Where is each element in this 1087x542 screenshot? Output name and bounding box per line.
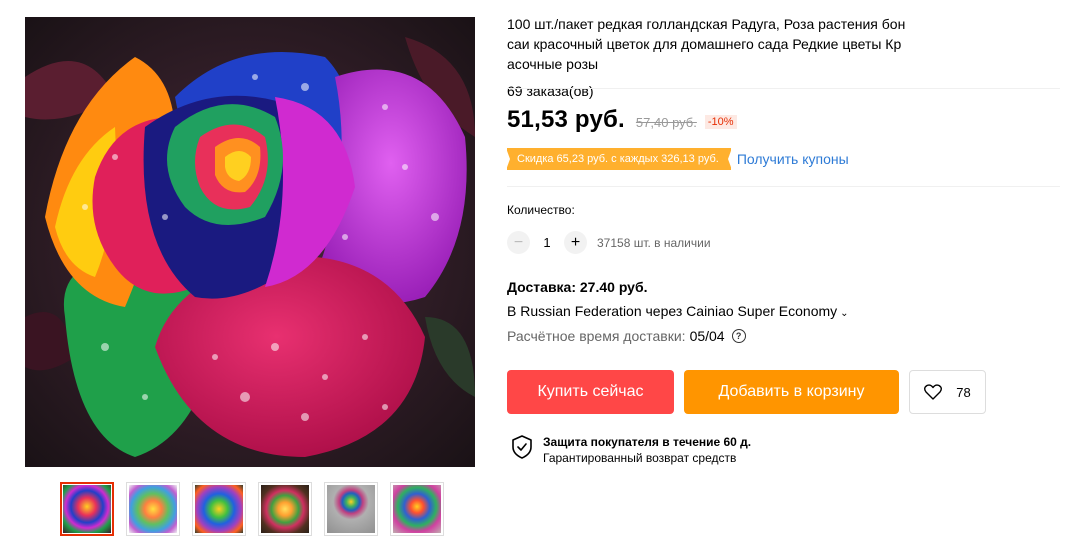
quantity-increase-button[interactable]: + <box>564 231 587 254</box>
wishlist-button[interactable]: 78 <box>909 370 986 414</box>
coupon-row: Скидка 65,23 руб. с каждых 326,13 руб. П… <box>506 148 849 170</box>
stock-count: 37158 шт. в наличии <box>597 235 711 250</box>
price-row: 51,53 руб. 57,40 руб. -10% <box>507 106 737 134</box>
product-title: 100 шт./пакет редкая голландская Радуга,… <box>507 16 906 72</box>
add-to-cart-button[interactable]: Добавить в корзину <box>684 370 899 414</box>
quantity-label: Количество: <box>507 203 575 217</box>
get-coupons-link[interactable]: Получить купоны <box>737 151 849 167</box>
rainbow-rose-thumb-image <box>327 485 375 533</box>
delivery-time-label: Расчётное время доставки: <box>507 328 686 344</box>
quantity-stepper: − 1 + 37158 шт. в наличии <box>507 231 711 254</box>
shipping-cost: Доставка: 27.40 руб. <box>507 279 648 295</box>
thumbnail-3[interactable] <box>192 482 246 536</box>
current-price: 51,53 руб. <box>507 106 625 133</box>
quantity-decrease-button[interactable]: − <box>507 231 530 254</box>
wishlist-count: 78 <box>956 384 971 400</box>
main-product-image[interactable] <box>25 17 475 467</box>
protection-title: Защита покупателя в течение 60 д. <box>543 435 752 449</box>
protection-subtitle: Гарантированный возврат средств <box>543 451 737 465</box>
shipping-method-label: В Russian Federation через Cainiao Super… <box>507 303 838 319</box>
thumbnail-strip <box>60 482 444 536</box>
old-price: 57,40 руб. <box>635 115 697 130</box>
rainbow-rose-thumb-image <box>393 485 441 533</box>
thumbnail-2[interactable] <box>126 482 180 536</box>
thumbnail-4[interactable] <box>258 482 312 536</box>
orders-count: 69 заказа(ов) <box>507 83 594 99</box>
buyer-protection: Защита покупателя в течение 60 д. Гарант… <box>511 434 751 466</box>
product-info: 100 шт./пакет редкая голландская Радуга,… <box>507 14 1062 99</box>
chevron-down-icon: ⌄ <box>840 308 849 319</box>
rainbow-rose-thumb-image <box>63 485 111 533</box>
discount-badge: -10% <box>704 115 737 129</box>
quantity-value[interactable]: 1 <box>530 235 564 250</box>
thumbnail-6[interactable] <box>390 482 444 536</box>
shield-check-icon <box>511 435 533 459</box>
buy-now-button[interactable]: Купить сейчас <box>507 370 674 414</box>
thumbnail-1[interactable] <box>60 482 114 536</box>
delivery-time-value: 05/04 <box>689 328 725 344</box>
rainbow-rose-thumb-image <box>261 485 309 533</box>
coupon-tag: Скидка 65,23 руб. с каждых 326,13 руб. <box>506 148 732 170</box>
divider <box>507 88 1060 89</box>
thumbnail-5[interactable] <box>324 482 378 536</box>
shipping-method-selector[interactable]: В Russian Federation через Cainiao Super… <box>507 303 849 319</box>
delivery-time: Расчётное время доставки: 05/04 ? <box>507 328 746 344</box>
rainbow-rose-thumb-image <box>195 485 243 533</box>
heart-icon <box>924 384 943 400</box>
help-icon[interactable]: ? <box>731 329 746 343</box>
rainbow-rose-thumb-image <box>129 485 177 533</box>
protection-text: Защита покупателя в течение 60 д. Гарант… <box>543 434 751 466</box>
divider <box>507 186 1060 187</box>
